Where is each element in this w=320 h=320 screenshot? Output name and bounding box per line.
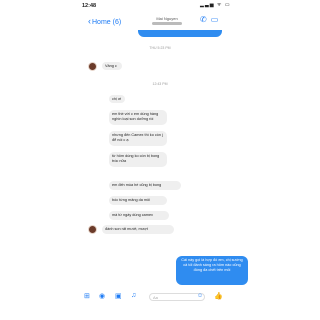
contact-name[interactable]: Mai Nguyen: [142, 16, 192, 21]
back-label: Home (6): [92, 19, 122, 26]
message-bubble: Vâng c: [102, 62, 122, 70]
conversation-header: ‹Home (6) Mai Nguyen ✆▭: [0, 12, 320, 32]
emoji-icon[interactable]: ☺: [197, 293, 203, 299]
image-icon[interactable]: ▣: [115, 292, 122, 300]
previous-outgoing-bubble: [138, 30, 222, 37]
microphone-icon[interactable]: ♫: [131, 292, 136, 299]
avatar[interactable]: [88, 225, 97, 234]
message-bubble: em thề với c em dùng hàng nghìn loại son…: [109, 110, 167, 125]
outgoing-message-bubble: Cái này gọi là hợp đó em, chị sướng cả t…: [176, 256, 248, 285]
message-bubble: nhưng đến Camex thì ko còn j để nói c ạ: [109, 131, 167, 146]
avatar[interactable]: [88, 62, 97, 71]
message-bubble: chị ơi: [109, 95, 125, 103]
phone-icon[interactable]: ✆: [200, 15, 211, 24]
message-bubble: mà từ ngày dùng camex: [109, 211, 169, 220]
timestamp: THU 5:23 PM: [149, 46, 171, 50]
message-bubble: đánh son rất mướt, mượt: [102, 225, 174, 234]
back-button[interactable]: ‹Home (6): [88, 16, 121, 26]
status-bar: 12:48 ▂▃▅ ᯤ ▭: [0, 0, 320, 12]
camera-icon[interactable]: ◉: [99, 292, 105, 300]
chevron-left-icon: ‹: [88, 16, 91, 26]
composer: ⊞ ◉ ▣ ♫ Aa ☺ 👍: [84, 292, 236, 304]
like-icon[interactable]: 👍: [214, 292, 223, 300]
message-bubble: em đến mùa hè cũng bị bong: [109, 181, 181, 190]
timestamp: 12:43 PM: [152, 82, 168, 86]
clock: 12:48: [82, 3, 97, 9]
signal-wifi-battery-icon: ▂▃▅ ᯤ ▭: [200, 2, 231, 8]
message-bubble: bóc từng mảng da môi: [109, 196, 167, 205]
call-actions: ✆▭: [200, 15, 222, 24]
contact-status: [142, 22, 192, 27]
message-bubble: từ hôm dùng ko còn bị bong tróc nữa: [109, 152, 167, 167]
grid-icon[interactable]: ⊞: [84, 292, 90, 300]
video-call-icon[interactable]: ▭: [211, 15, 223, 24]
